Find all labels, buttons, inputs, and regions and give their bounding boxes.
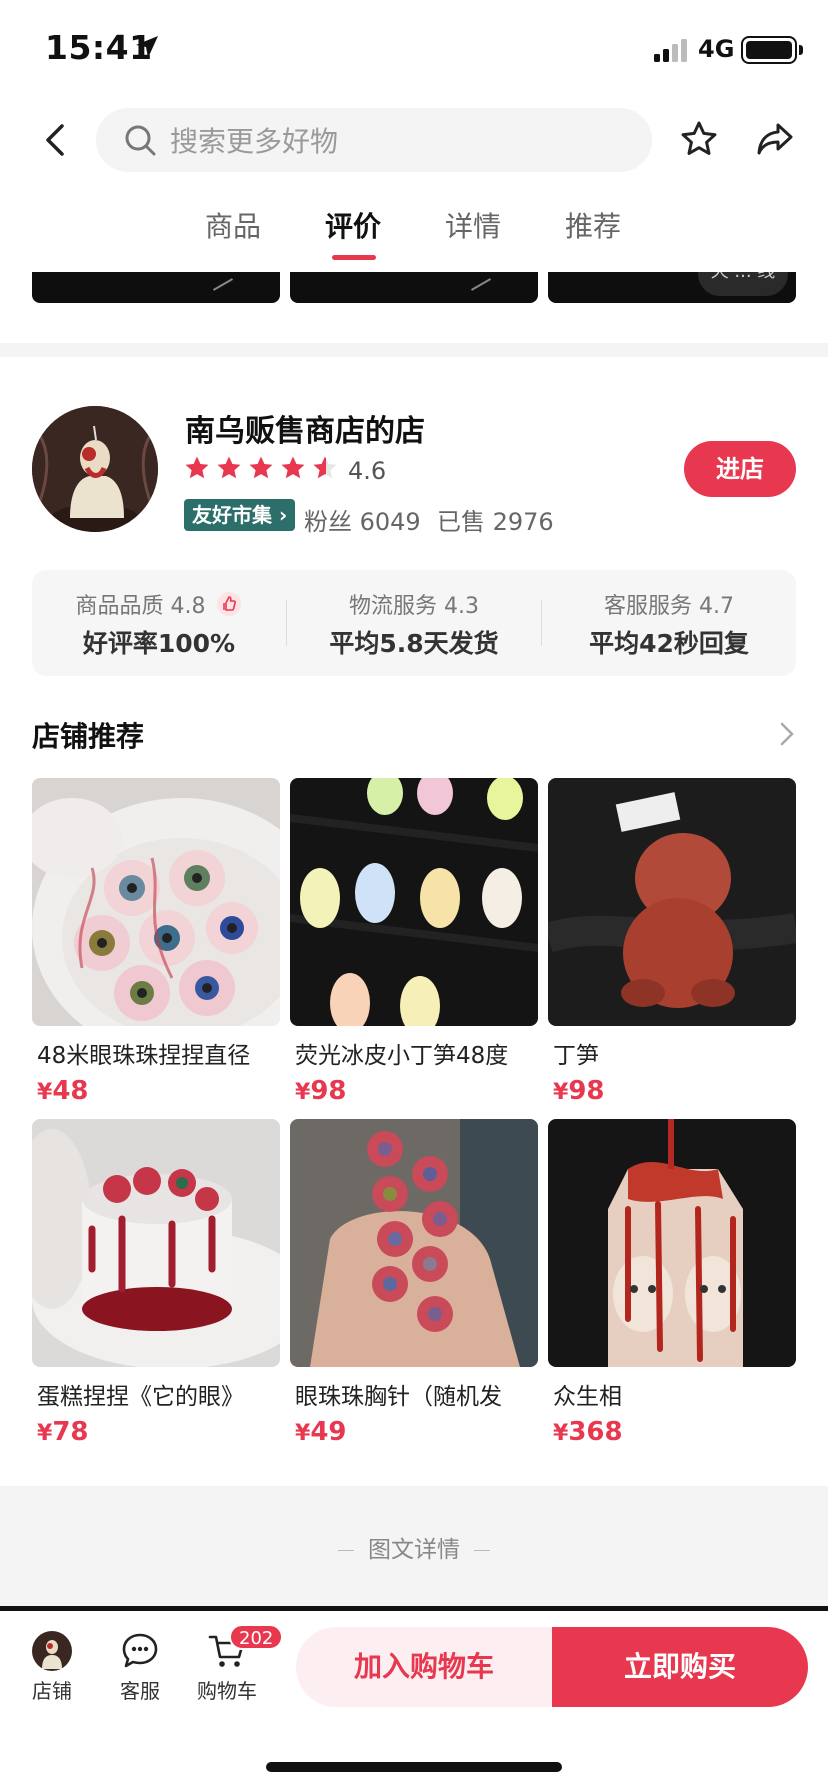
share-icon[interactable] [756, 120, 794, 158]
detail-section: 图文详情 [0, 1486, 828, 1606]
favorite-star-icon[interactable] [680, 120, 718, 158]
product-price: ¥78 [37, 1417, 89, 1447]
star-filled-icon [185, 456, 209, 479]
section-tabs: 商品 评价 详情 推荐 [0, 205, 828, 265]
network-type: 4G [698, 35, 735, 63]
cart-count-badge: 202 [229, 1624, 284, 1650]
thumbs-up-icon [217, 592, 242, 616]
star-filled-icon [217, 456, 241, 479]
signal-icon [654, 39, 687, 62]
product-image [32, 1119, 280, 1367]
product-price: ¥49 [295, 1417, 347, 1447]
star-filled-icon [249, 456, 273, 479]
detail-section-title: 图文详情 [368, 1537, 460, 1563]
product-card[interactable]: 48米眼珠珠捏捏直径 ¥48 [32, 778, 280, 1106]
service-label: 客服 [120, 1679, 160, 1703]
active-tab-indicator [332, 255, 376, 260]
metric-title: 物流服务 4.3 [349, 594, 479, 619]
cart-label: 购物车 [197, 1679, 257, 1703]
chevron-right-icon[interactable] [778, 720, 796, 748]
product-name: 丁笋 [553, 1043, 599, 1069]
store-avatar-icon [32, 1631, 72, 1671]
shop-rating-value: 4.6 [348, 457, 387, 485]
customer-service-button[interactable]: 客服 [100, 1631, 180, 1704]
review-image-strip: 天 ... 线 [0, 272, 828, 303]
product-card[interactable]: 丁笋 ¥98 [548, 778, 796, 1106]
metric-value: 好评率100% [82, 629, 236, 658]
battery-icon [741, 36, 797, 64]
chevron-right-icon: › [272, 503, 288, 527]
shop-avatar[interactable] [32, 406, 158, 532]
tab-product[interactable]: 商品 [205, 205, 261, 245]
shop-fans: 粉丝 6049 [304, 508, 421, 536]
metric-value: 平均5.8天发货 [329, 629, 499, 658]
product-name: 众生相 [553, 1384, 622, 1410]
metric-service: 客服服务 4.7 平均42秒回复 [542, 570, 796, 676]
metric-value: 平均42秒回复 [589, 629, 749, 658]
location-arrow-icon [136, 36, 158, 58]
product-price: ¥368 [553, 1417, 623, 1447]
product-price: ¥48 [37, 1076, 89, 1106]
product-image [548, 1119, 796, 1367]
battery-cap [799, 45, 803, 55]
product-image [548, 778, 796, 1026]
search-input[interactable]: 搜索更多好物 [96, 108, 652, 172]
product-card[interactable]: 蛋糕捏捏《它的眼》 ¥78 [32, 1119, 280, 1447]
product-name: 眼珠珠胸针（随机发 [295, 1384, 502, 1410]
buy-now-button[interactable]: 立即购买 [552, 1627, 808, 1707]
review-image[interactable] [290, 272, 538, 303]
product-card[interactable]: 荧光冰皮小丁笋48度 ¥98 [290, 778, 538, 1106]
store-nav-button[interactable]: 店铺 [12, 1631, 92, 1704]
product-image [32, 778, 280, 1026]
product-price: ¥98 [553, 1076, 605, 1106]
tab-recommend[interactable]: 推荐 [565, 205, 621, 245]
back-button[interactable] [35, 115, 75, 165]
metric-quality: 商品品质 4.8 好评率100% [32, 570, 286, 676]
star-half-icon [313, 456, 337, 479]
market-badge-label: 友好市集 [192, 503, 272, 527]
add-to-cart-button[interactable]: 加入购物车 [296, 1627, 552, 1707]
search-placeholder: 搜索更多好物 [170, 125, 339, 158]
search-icon [125, 125, 156, 156]
market-badge[interactable]: 友好市集 › [184, 499, 296, 531]
product-price: ¥98 [295, 1076, 347, 1106]
product-name: 蛋糕捏捏《它的眼》 [37, 1384, 244, 1410]
product-card[interactable]: 众生相 ¥368 [548, 1119, 796, 1447]
star-filled-icon [281, 456, 305, 479]
metric-logistics: 物流服务 4.3 平均5.8天发货 [287, 570, 541, 676]
shop-rating-stars [184, 455, 338, 481]
product-image [290, 778, 538, 1026]
image-badge: 天 ... 线 [698, 272, 788, 296]
shop-name[interactable]: 南乌贩售商店的店 [185, 406, 425, 450]
product-name: 荧光冰皮小丁笋48度 [295, 1043, 509, 1069]
product-card[interactable]: 眼珠珠胸针（随机发 ¥49 [290, 1119, 538, 1447]
shop-sold: 已售 2976 [437, 508, 554, 536]
shop-avatar-image [32, 406, 158, 532]
home-indicator [266, 1762, 562, 1772]
shop-metrics: 商品品质 4.8 好评率100% 物流服务 4.3 平均5.8天发货 客服服务 … [32, 570, 796, 676]
metric-title: 客服服务 4.7 [604, 594, 734, 619]
metric-title: 商品品质 4.8 [75, 594, 206, 619]
store-label: 店铺 [32, 1679, 72, 1703]
product-image [290, 1119, 538, 1367]
product-name: 48米眼珠珠捏捏直径 [37, 1043, 251, 1069]
tab-reviews[interactable]: 评价 [325, 205, 381, 245]
status-bar: 15:41 4G [0, 0, 828, 100]
review-image[interactable] [32, 272, 280, 303]
product-page: 15:41 4G 搜索更多好物 商品 评价 详情 推荐 南乌贩售商店的店 4.6… [0, 0, 828, 1792]
chevron-left-icon [46, 124, 64, 156]
section-divider [0, 343, 828, 357]
tab-details[interactable]: 详情 [445, 205, 501, 245]
chat-bubble-icon [122, 1633, 158, 1668]
review-image[interactable]: 天 ... 线 [548, 272, 796, 303]
enter-store-button[interactable]: 进店 [684, 441, 796, 497]
store-recommend-title: 店铺推荐 [32, 720, 145, 753]
